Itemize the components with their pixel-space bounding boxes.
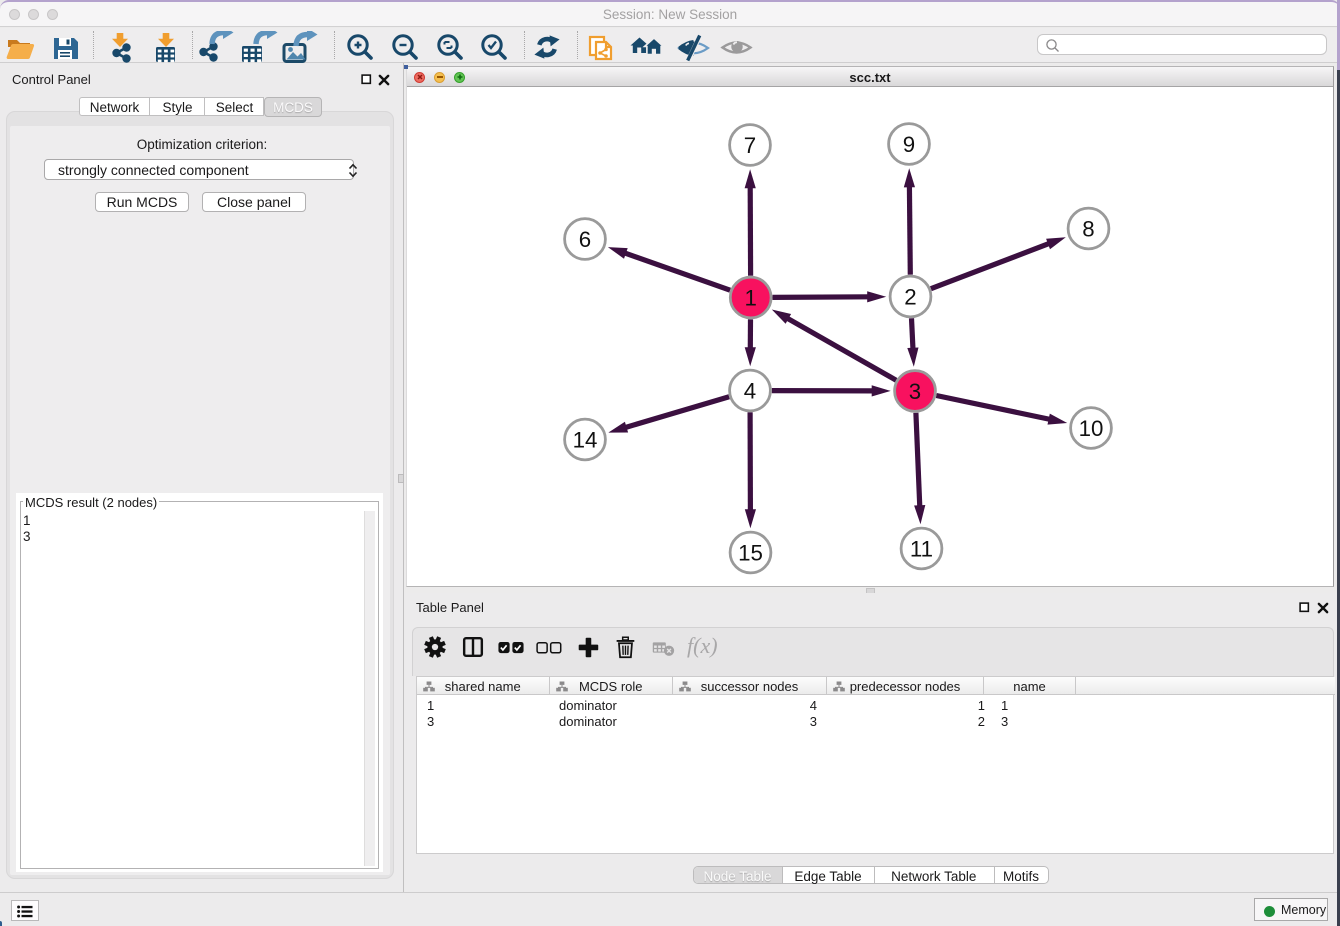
svg-text:14: 14 [573,427,598,452]
svg-text:6: 6 [579,227,591,252]
svg-text:2: 2 [904,284,916,309]
svg-text:9: 9 [903,132,915,157]
svg-text:11: 11 [910,536,933,561]
svg-text:10: 10 [1079,416,1104,441]
svg-text:3: 3 [909,379,921,404]
svg-text:4: 4 [744,378,756,403]
svg-text:1: 1 [744,285,756,310]
svg-text:8: 8 [1082,216,1094,241]
svg-text:15: 15 [738,540,763,565]
svg-text:7: 7 [744,133,756,158]
